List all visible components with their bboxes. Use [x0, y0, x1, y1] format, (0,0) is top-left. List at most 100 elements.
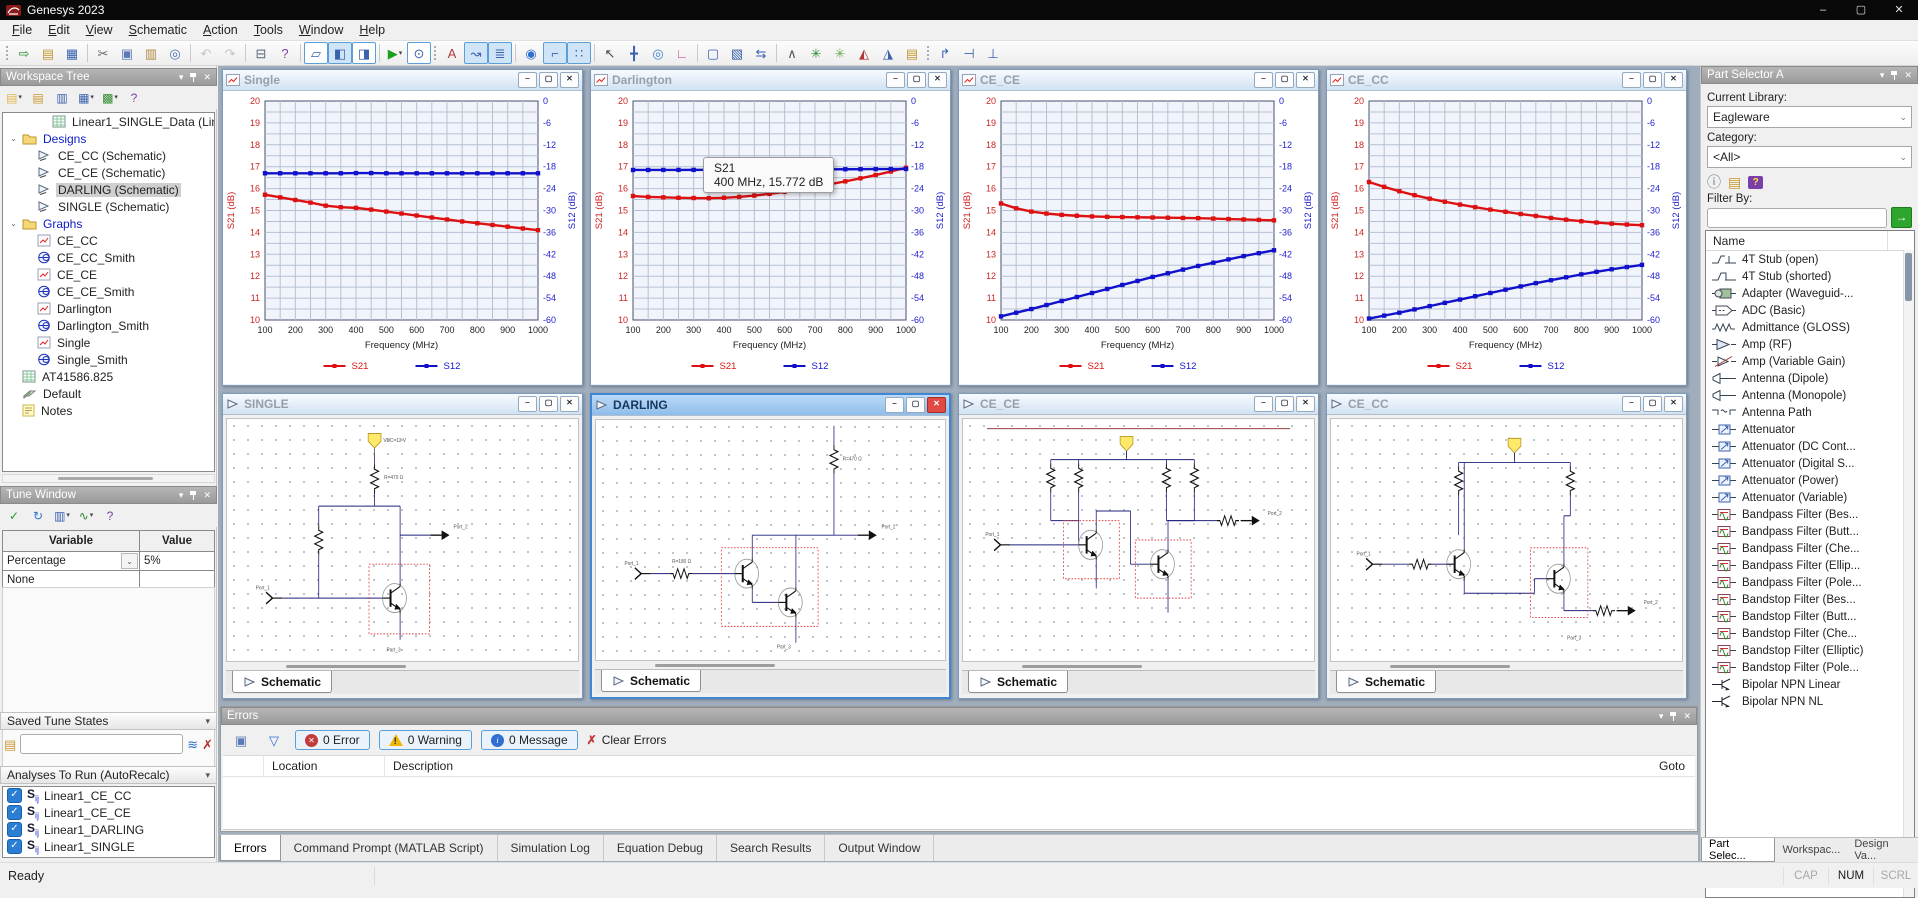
checkbox-checked-icon[interactable]: ✓ [7, 805, 22, 820]
new-design-icon[interactable]: ⇨ [12, 42, 36, 64]
tree-item[interactable]: Notes [3, 402, 214, 419]
error-count-button[interactable]: ✕ 0 Error [295, 730, 370, 750]
close-icon[interactable]: ✕ [203, 490, 211, 501]
tree-item[interactable]: Single [3, 334, 214, 351]
tile-windows-icon[interactable]: ◧ [328, 42, 352, 64]
pin-icon[interactable] [190, 490, 197, 501]
collapse-icon[interactable]: ▾ [205, 716, 210, 727]
warning-count-button[interactable]: 0 Warning [378, 730, 472, 750]
chevron-down-icon[interactable]: ⌄ [121, 553, 138, 569]
tree-item[interactable]: DARLING (Schematic) [3, 181, 214, 198]
child-window-titlebar[interactable]: CE_CC – ▢ ✕ [1327, 394, 1686, 415]
collapse-icon[interactable]: ▾ [179, 72, 184, 83]
minimize-icon[interactable]: – [1622, 396, 1641, 412]
tree-item[interactable]: Darlington [3, 300, 214, 317]
paste-icon[interactable]: ▥ [139, 42, 163, 64]
menu-edit[interactable]: Edit [40, 21, 78, 39]
collapse-icon[interactable]: ▾ [1659, 711, 1664, 722]
restore-icon[interactable]: ▢ [1275, 396, 1294, 412]
analysis-item[interactable]: ✓ Sij Linear1_DARLING [3, 821, 214, 838]
cut-icon[interactable]: ✂ [91, 42, 115, 64]
child-window-titlebar[interactable]: SINGLE – ▢ ✕ [223, 394, 582, 415]
part-item[interactable]: Amp (Variable Gain) [1706, 353, 1914, 370]
pin-icon[interactable] [190, 72, 197, 83]
restore-icon[interactable]: ▢ [1643, 396, 1662, 412]
clear-errors-button[interactable]: ✗ Clear Errors [587, 733, 667, 747]
tile-vertical-icon[interactable]: ◨ [352, 42, 376, 64]
restore-icon[interactable]: ▢ [1275, 72, 1294, 88]
redo-icon[interactable]: ↷ [218, 42, 242, 64]
category-select[interactable]: <All> ⌄ [1707, 146, 1912, 168]
help-book-icon[interactable]: ? [273, 42, 297, 64]
collapse-icon[interactable]: ▾ [179, 490, 184, 501]
tab-schematic[interactable]: Schematic [968, 671, 1069, 693]
restore-icon[interactable]: ▢ [1643, 72, 1662, 88]
wire-tool-icon[interactable]: ↱ [933, 42, 957, 64]
display-options-icon[interactable]: ▥ ▾ [51, 505, 73, 526]
dock-tab-output-window[interactable]: Output Window [825, 835, 935, 861]
child-window-titlebar[interactable]: CE_CE – ▢ ✕ [959, 70, 1318, 91]
ruler-icon[interactable]: ∟ [670, 42, 694, 64]
part-item[interactable]: Bandstop Filter (Elliptic) [1706, 642, 1914, 659]
zoom-fit-icon[interactable]: ▧ [725, 42, 749, 64]
analysis-item[interactable]: ✓ Sij Linear1_CE_CC [3, 787, 214, 804]
tree-item[interactable]: CE_CC (Schematic) [3, 147, 214, 164]
part-item[interactable]: Bandpass Filter (Bes... [1706, 506, 1914, 523]
part-item[interactable]: ADC (Basic) [1706, 302, 1914, 319]
open-workspace-icon[interactable]: ▤ [36, 42, 60, 64]
graph-canvas[interactable]: 10 11 12 13 14 15 16 17 18 19 20 0 -6 -12 -18 -24 -30 -36… [223, 91, 582, 384]
schematic-canvas[interactable]: VDC=12 V R=470 Ω Port_1 Port_2 Part_3 [226, 418, 579, 662]
dock-tab-command-prompt-matlab-script-[interactable]: Command Prompt (MATLAB Script) [281, 835, 498, 861]
copy-errors-icon[interactable]: ▣ [229, 729, 253, 751]
zoom-window-icon[interactable]: ▢ [701, 42, 725, 64]
tune-value-cell[interactable]: 5% [139, 551, 215, 571]
open-state-icon[interactable]: ▤ [4, 738, 16, 751]
tree-item[interactable]: CE_CE_Smith [3, 283, 214, 300]
tune-state-input[interactable] [20, 734, 184, 754]
part-item[interactable]: Attenuator (Variable) [1706, 489, 1914, 506]
checkbox-checked-icon[interactable]: ✓ [7, 788, 22, 803]
pan-view-icon[interactable]: ⇆ [749, 42, 773, 64]
child-window-titlebar[interactable]: Single – ▢ ✕ [223, 70, 582, 91]
help-icon[interactable]: ? [99, 505, 121, 526]
tree-item[interactable]: ⌄ Designs [3, 130, 214, 147]
child-window-titlebar[interactable]: CE_CC – ▢ ✕ [1327, 70, 1686, 91]
collapse-icon[interactable]: ▾ [205, 770, 210, 781]
cascade-windows-icon[interactable]: ▱ [304, 42, 328, 64]
tree-item[interactable]: SINGLE (Schematic) [3, 198, 214, 215]
restore-icon[interactable]: ▢ [907, 72, 926, 88]
close-icon[interactable]: ✕ [1664, 396, 1683, 412]
schematic-canvas[interactable]: Port_1 Port_2 Part_3 [1330, 418, 1683, 662]
close-icon[interactable]: ✕ [927, 397, 946, 413]
auto-recalc-icon[interactable]: ⊙ [407, 42, 431, 64]
menu-help[interactable]: Help [351, 21, 393, 39]
schematic-scrollbar[interactable] [226, 662, 579, 670]
part-list-scrollbar[interactable] [1903, 250, 1914, 897]
close-icon[interactable]: ✕ [1296, 72, 1315, 88]
part-item[interactable]: Bandpass Filter (Pole... [1706, 574, 1914, 591]
schematic-canvas[interactable]: R=470 Ω Port_1 R=180 Ω Port_2 Part_3 [595, 419, 946, 661]
collapse-icon[interactable]: ▾ [1880, 70, 1885, 81]
open-library-icon[interactable]: ▤ [1728, 175, 1741, 189]
close-icon[interactable]: ✕ [1296, 396, 1315, 412]
part-item[interactable]: Bandstop Filter (Butt... [1706, 608, 1914, 625]
current-library-select[interactable]: Eagleware ⌄ [1707, 106, 1912, 128]
restore-icon[interactable]: ▢ [539, 72, 558, 88]
edit-part-icon[interactable]: ✳ [828, 42, 852, 64]
dock-tab-simulation-log[interactable]: Simulation Log [498, 835, 604, 861]
part-item[interactable]: Adapter (Waveguid-... [1706, 285, 1914, 302]
save-workspace-icon[interactable]: ▦ [60, 42, 84, 64]
restore-icon[interactable]: ▢ [539, 396, 558, 412]
tab-schematic[interactable]: Schematic [1336, 671, 1437, 693]
part-item[interactable]: Antenna Path [1706, 404, 1914, 421]
menu-action[interactable]: Action [195, 21, 246, 39]
sort-mode-icon[interactable]: ▩ ▾ [99, 87, 121, 108]
part-item[interactable]: 4T Stub (open) [1706, 251, 1914, 268]
part-item[interactable]: Attenuator [1706, 421, 1914, 438]
help-icon[interactable]: ? [123, 87, 145, 108]
minimize-icon[interactable]: – [1804, 0, 1842, 20]
tree-item[interactable]: Single_Smith [3, 351, 214, 368]
select-pointer-icon[interactable]: ↖ [598, 42, 622, 64]
part-library-icon[interactable]: ▤ [900, 42, 924, 64]
minimize-icon[interactable]: – [1254, 396, 1273, 412]
